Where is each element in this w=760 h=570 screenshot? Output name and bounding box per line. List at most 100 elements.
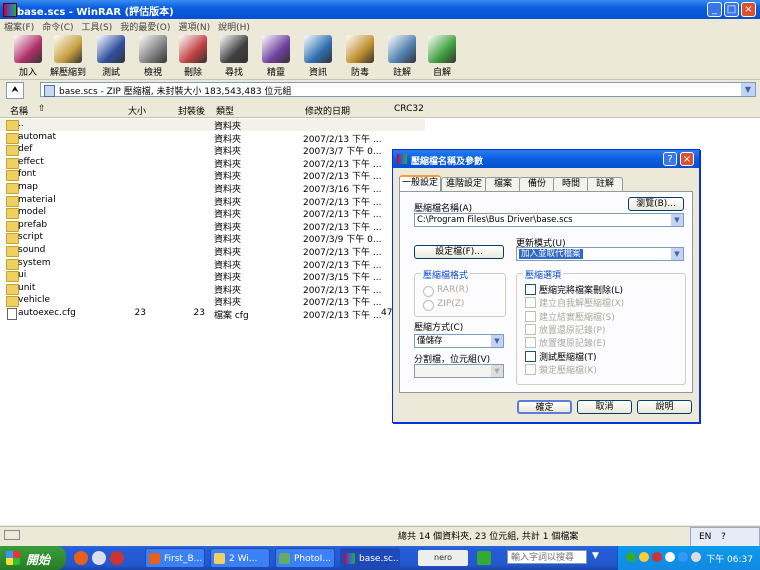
winrar-app-icon bbox=[3, 3, 17, 17]
minimize-button[interactable]: _ bbox=[707, 2, 722, 17]
show-desktop-icon[interactable] bbox=[92, 551, 106, 565]
close-button[interactable]: × bbox=[741, 2, 756, 17]
format-rar-radio[interactable] bbox=[423, 286, 434, 297]
task-base-scs[interactable]: base.sc... bbox=[340, 548, 400, 568]
chevron-down-icon[interactable]: ▼ bbox=[741, 83, 755, 96]
menu-file[interactable]: 檔案(F) bbox=[0, 19, 38, 34]
cell-type: 資料夾 bbox=[214, 172, 242, 183]
toolbar-button-4[interactable]: delete-icon 刪除 bbox=[173, 35, 213, 78]
chevron-down-icon[interactable]: ▼ bbox=[671, 248, 683, 260]
cell-modified: 2007/2/13 下午 ... bbox=[303, 222, 382, 233]
toolbar-button-8[interactable]: antivirus-icon 防毒 bbox=[340, 35, 380, 78]
column-size[interactable]: 大小 bbox=[128, 104, 146, 117]
toolbar-button-label: 精靈 bbox=[266, 68, 285, 78]
tab-backup[interactable]: 備份 bbox=[519, 177, 555, 191]
column-modified[interactable]: 修改的日期 bbox=[305, 104, 350, 117]
option-checkbox-6[interactable] bbox=[525, 363, 536, 375]
cell-type: 資料夾 bbox=[214, 260, 242, 271]
cell-crc: 47 bbox=[381, 308, 393, 318]
cell-modified: 2007/3/15 下午 ... bbox=[303, 273, 382, 284]
column-packed[interactable]: 封裝後 bbox=[178, 104, 205, 117]
dialog-help-icon[interactable]: ? bbox=[663, 152, 677, 166]
menu-options[interactable]: 選項(N) bbox=[174, 19, 214, 34]
column-crc[interactable]: CRC32 bbox=[394, 104, 424, 114]
messenger-icon[interactable] bbox=[665, 552, 675, 562]
firefox-icon[interactable] bbox=[74, 551, 88, 565]
toolbar-button-0[interactable]: add-archive-icon 加入 bbox=[8, 35, 48, 78]
maximize-button[interactable]: □ bbox=[724, 2, 739, 17]
tab-time[interactable]: 時間 bbox=[553, 177, 589, 191]
toolbar-button-label: 防毒 bbox=[350, 68, 369, 78]
language-indicator[interactable]: EN bbox=[699, 532, 711, 542]
table-row[interactable]: .. 資料夾 bbox=[0, 119, 760, 132]
table-row[interactable]: automat 資料夾 2007/2/13 下午 ... bbox=[0, 132, 760, 145]
chevron-down-icon[interactable]: ▼ bbox=[491, 335, 503, 347]
archive-name-combo[interactable]: C:\Program Files\Bus Driver\base.scs ▼ bbox=[414, 213, 684, 227]
column-type[interactable]: 類型 bbox=[216, 104, 234, 117]
menu-commands[interactable]: 命令(C) bbox=[38, 19, 77, 34]
media-player-icon[interactable] bbox=[110, 551, 124, 565]
tab-files[interactable]: 檔案 bbox=[485, 177, 521, 191]
language-bar[interactable]: EN ? bbox=[690, 527, 760, 548]
option-checkbox-3[interactable] bbox=[525, 323, 536, 335]
toolbar-button-label: 尋找 bbox=[224, 68, 243, 78]
column-name[interactable]: 名稱 bbox=[10, 104, 28, 117]
help-icon[interactable]: ? bbox=[721, 532, 726, 542]
help-button[interactable]: 說明 bbox=[637, 400, 692, 414]
menu-help[interactable]: 說明(H) bbox=[214, 19, 254, 34]
start-button[interactable]: 開始 bbox=[0, 546, 66, 570]
browse-button[interactable]: 瀏覽(B)... bbox=[628, 197, 684, 211]
toolbar-button-3[interactable]: view-icon 檢視 bbox=[133, 35, 173, 78]
cell-type: 資料夾 bbox=[214, 185, 242, 195]
dialog-titlebar[interactable]: 壓縮檔名稱及參數 ? × bbox=[393, 150, 699, 168]
bluetooth-icon[interactable] bbox=[678, 552, 688, 562]
address-text: base.scs - ZIP 壓縮檔, 未封裝大小 183,543,483 位元… bbox=[59, 87, 292, 97]
status-bar: 總共 14 個資料夾, 23 位元組, 共計 1 個檔案 bbox=[0, 526, 760, 542]
toolbar-button-10[interactable]: sfx-icon 自解 bbox=[422, 35, 462, 78]
task-windows[interactable]: 2 Wi... bbox=[210, 548, 270, 568]
task-photoimpact[interactable]: PhotoI... bbox=[275, 548, 335, 568]
option-label-4: 放置復原記錄(E) bbox=[539, 339, 606, 350]
chevron-down-icon[interactable]: ▼ bbox=[671, 214, 683, 226]
cell-type: 資料夾 bbox=[214, 122, 242, 132]
toolbar-button-9[interactable]: comment-icon 註解 bbox=[382, 35, 422, 78]
security-icon[interactable] bbox=[639, 552, 649, 562]
cell-type: 資料夾 bbox=[214, 273, 242, 284]
tab-comment[interactable]: 註解 bbox=[587, 177, 623, 191]
address-combo[interactable]: base.scs - ZIP 壓縮檔, 未封裝大小 183,543,483 位元… bbox=[40, 82, 756, 97]
option-checkbox-2[interactable] bbox=[525, 310, 536, 322]
menu-favorites[interactable]: 我的最愛(O) bbox=[116, 19, 174, 34]
search-dropdown-icon[interactable]: ▼ bbox=[592, 551, 604, 565]
update-mode-select[interactable]: 加入並取代檔案 ▼ bbox=[516, 247, 684, 261]
toolbar-button-6[interactable]: wizard-icon 精靈 bbox=[256, 35, 296, 78]
task-first-b[interactable]: First_B... bbox=[145, 548, 205, 568]
taskbar: 開始 First_B... 2 Wi... PhotoI... base.sc.… bbox=[0, 546, 760, 570]
search-input[interactable] bbox=[507, 550, 587, 564]
window-titlebar[interactable]: base.scs - WinRAR (評估版本) _ □ × bbox=[0, 0, 760, 19]
option-checkbox-0[interactable] bbox=[525, 284, 536, 295]
menu-tools[interactable]: 工具(S) bbox=[78, 19, 117, 34]
option-checkbox-1[interactable] bbox=[525, 297, 536, 309]
profiles-button[interactable]: 設定檔(F)... bbox=[414, 245, 504, 259]
tab-advanced[interactable]: 進階設定 bbox=[441, 177, 487, 191]
option-checkbox-5[interactable] bbox=[525, 350, 536, 362]
dialog-close-button[interactable]: × bbox=[680, 152, 694, 166]
dialog-title: 壓縮檔名稱及參數 bbox=[411, 157, 484, 167]
network-icon[interactable] bbox=[626, 552, 636, 562]
split-select[interactable]: ▼ bbox=[414, 364, 504, 378]
antivirus-tray-icon[interactable] bbox=[652, 552, 662, 562]
ok-button[interactable]: 確定 bbox=[517, 400, 572, 414]
volume-icon[interactable] bbox=[691, 552, 701, 562]
toolbar-button-1[interactable]: extract-to-icon 解壓縮到 bbox=[48, 35, 88, 78]
toolbar-button-2[interactable]: test-icon 測試 bbox=[91, 35, 131, 78]
toolbar-button-5[interactable]: find-icon 尋找 bbox=[214, 35, 254, 78]
option-checkbox-4[interactable] bbox=[525, 337, 536, 349]
up-folder-button[interactable]: ⮝ bbox=[6, 82, 24, 99]
cancel-button[interactable]: 取消 bbox=[577, 400, 632, 414]
chevron-down-icon[interactable]: ▼ bbox=[491, 365, 503, 377]
toolbar-button-7[interactable]: info-icon 資訊 bbox=[298, 35, 338, 78]
search-go-icon[interactable] bbox=[477, 551, 491, 565]
method-select[interactable]: 僅儲存 ▼ bbox=[414, 334, 504, 348]
cell-name: material bbox=[18, 194, 56, 205]
format-zip-radio[interactable] bbox=[423, 300, 434, 311]
